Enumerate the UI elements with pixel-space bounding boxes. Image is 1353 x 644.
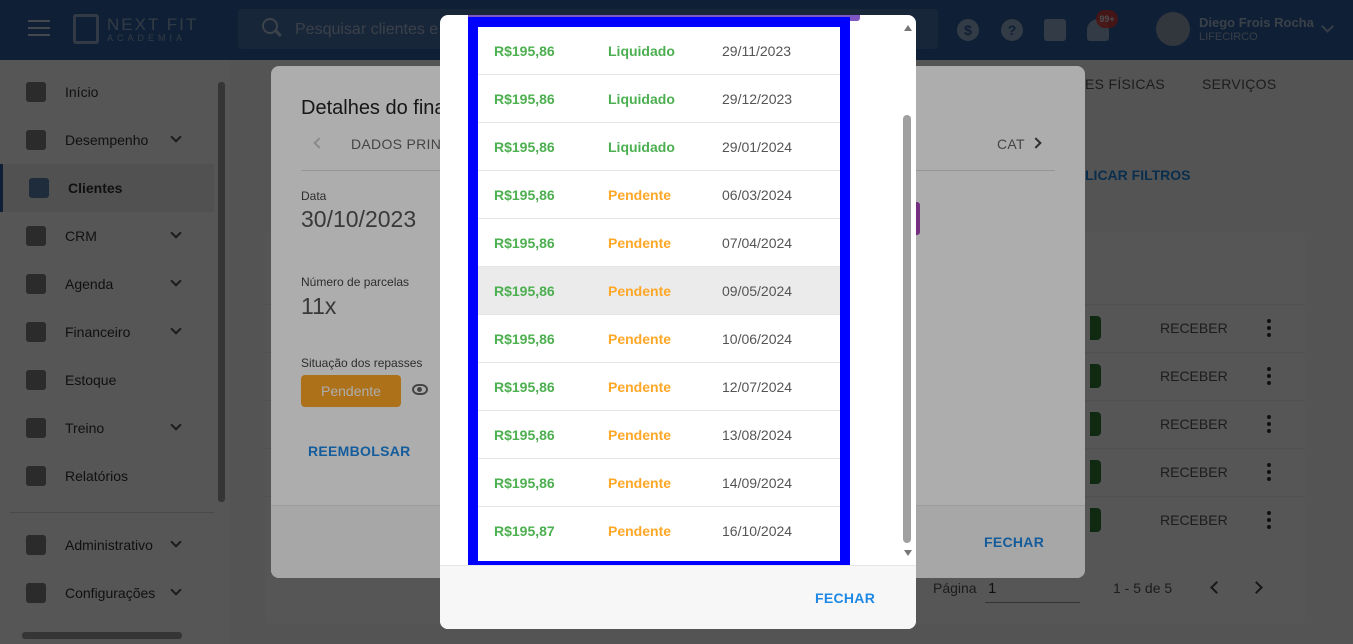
close-button[interactable]: FECHAR bbox=[815, 590, 875, 606]
highlight-box bbox=[468, 17, 850, 571]
dialog-footer: FECHAR bbox=[440, 565, 916, 629]
installments-dialog: R$195,86 Liquidado 29/11/2023 R$195,86 Liqui… bbox=[440, 15, 916, 629]
scroll-up-icon[interactable] bbox=[904, 25, 912, 31]
scroll-thumb[interactable] bbox=[903, 115, 911, 543]
scroll-down-icon[interactable] bbox=[904, 550, 912, 556]
dialog-scrollbar[interactable] bbox=[901, 23, 913, 558]
